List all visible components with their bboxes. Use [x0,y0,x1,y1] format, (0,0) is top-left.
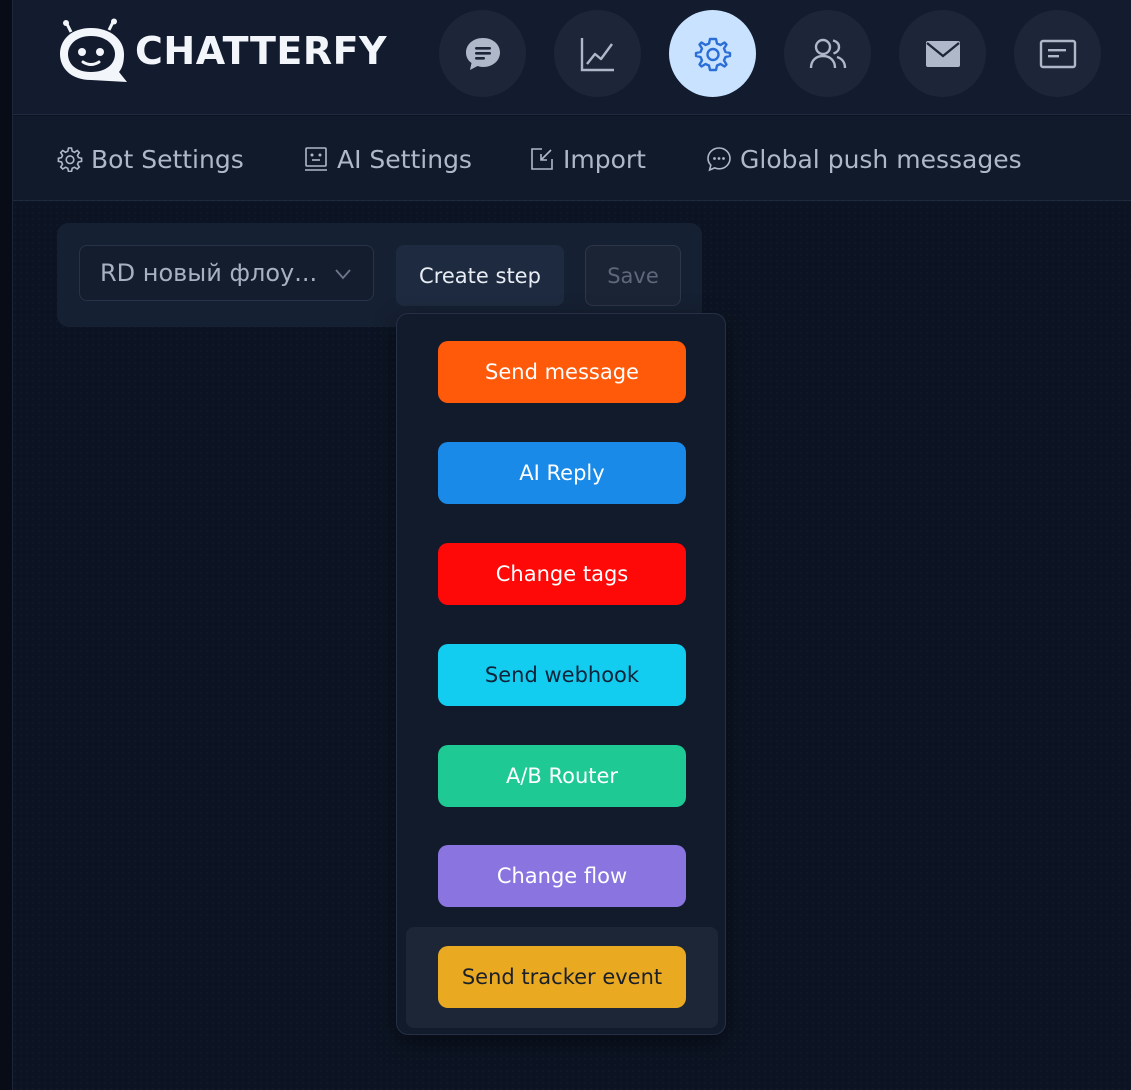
send-tracker-event-button[interactable]: Send tracker event [438,946,686,1008]
create-step-menu: Send message AI Reply Change tags Send w… [396,313,726,1035]
nav-analytics-button[interactable] [554,10,641,97]
nav-chat-button[interactable] [439,10,526,97]
envelope-icon [925,40,960,67]
gear-icon [694,37,731,71]
subnav-import[interactable]: Import [529,142,646,176]
nav-settings-button[interactable] [669,10,756,97]
subnav-global-push-label: Global push messages [740,144,1022,174]
nav-mail-button[interactable] [899,10,986,97]
subnav-ai-settings-label: AI Settings [337,144,472,174]
change-flow-button[interactable]: Change flow [438,845,686,907]
subnav-import-label: Import [563,144,646,174]
chart-line-icon [580,37,614,71]
left-edge-strip [0,0,13,1090]
subnav-global-push[interactable]: Global push messages [706,142,1022,176]
ab-router-button[interactable]: A/B Router [438,745,686,807]
brand-logo[interactable]: CHATTERFY [57,18,387,84]
chat-bubble-icon [465,37,500,70]
flow-select[interactable]: RD новый флоу... [79,245,374,301]
nav-templates-button[interactable] [1014,10,1101,97]
send-webhook-button[interactable]: Send webhook [438,644,686,706]
brand-name: CHATTERFY [135,29,388,73]
subnav-bot-settings-label: Bot Settings [91,144,244,174]
nav-users-button[interactable] [784,10,871,97]
send-message-button[interactable]: Send message [438,341,686,403]
users-icon [809,38,846,68]
subnav-ai-settings[interactable]: AI Settings [303,142,472,176]
create-step-button[interactable]: Create step [396,245,564,306]
chevron-down-icon [335,269,351,280]
subnav-bot-settings[interactable]: Bot Settings [57,142,244,176]
flow-toolbar: RD новый флоу... Create step Save [57,223,702,327]
robot-logo-icon [60,18,127,82]
flow-select-value: RD новый флоу... [100,259,318,287]
change-tags-button[interactable]: Change tags [438,543,686,605]
ai-reply-button[interactable]: AI Reply [438,442,686,504]
save-button[interactable]: Save [585,245,681,306]
app-root: CHATTERFY Bot Settings AI Settings Impor… [0,0,1131,1090]
settings-subnav: Bot Settings AI Settings Import Global p… [13,116,1131,201]
card-icon [1039,39,1076,68]
import-icon [531,148,553,170]
robot-icon [305,147,327,171]
chat-dots-icon [707,147,731,172]
top-bar: CHATTERFY [13,0,1131,115]
gear-icon [57,147,83,172]
